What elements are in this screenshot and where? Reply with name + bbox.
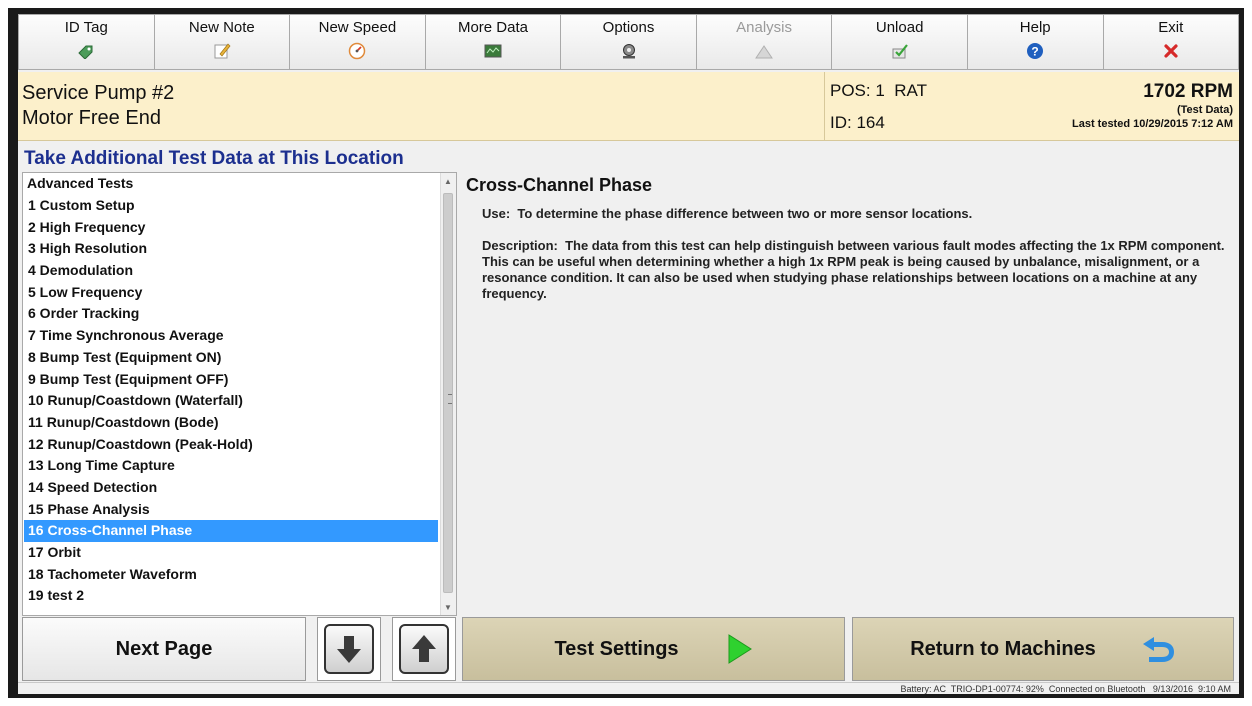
new-speed-button[interactable]: New Speed bbox=[289, 14, 425, 70]
up-arrow-icon bbox=[399, 624, 449, 674]
scroll-down-button[interactable] bbox=[317, 617, 381, 681]
id-tag-button[interactable]: ID Tag bbox=[18, 14, 154, 70]
list-item[interactable]: 11 Runup/Coastdown (Bode) bbox=[24, 412, 438, 434]
exit-button[interactable]: Exit bbox=[1102, 14, 1240, 70]
list-item[interactable]: 19 test 2 bbox=[24, 585, 438, 607]
unload-icon bbox=[890, 42, 910, 60]
options-gear-icon bbox=[619, 42, 639, 60]
exit-x-icon bbox=[1161, 42, 1181, 60]
scroll-up-button[interactable] bbox=[392, 617, 456, 681]
analysis-button[interactable]: Analysis bbox=[695, 14, 832, 70]
tag-icon bbox=[76, 42, 96, 60]
new-note-button[interactable]: New Note bbox=[153, 14, 290, 70]
return-to-machines-button[interactable]: Return to Machines bbox=[852, 617, 1234, 681]
list-item[interactable]: 5 Low Frequency bbox=[24, 282, 438, 304]
analysis-label: Analysis bbox=[736, 19, 793, 36]
header-divider bbox=[824, 72, 825, 140]
list-item[interactable]: 6 Order Tracking bbox=[24, 303, 438, 325]
rpm-value: 1702 RPM bbox=[1143, 81, 1233, 102]
help-button[interactable]: Help ? bbox=[966, 14, 1103, 70]
return-arrow-icon bbox=[1140, 634, 1176, 664]
test-settings-label: Test Settings bbox=[554, 637, 679, 660]
list-item[interactable]: 8 Bump Test (Equipment ON) bbox=[24, 347, 438, 369]
scroll-thumb[interactable] bbox=[443, 193, 453, 593]
detail-title: Cross-Channel Phase bbox=[466, 175, 653, 195]
more-data-button[interactable]: More Data bbox=[424, 14, 561, 70]
data-screen-icon bbox=[483, 42, 503, 60]
speed-gauge-icon bbox=[347, 42, 367, 60]
next-page-button[interactable]: Next Page bbox=[22, 617, 306, 681]
app-window: ID Tag New Note New Speed More Data Opti… bbox=[18, 14, 1240, 695]
more-data-label: More Data bbox=[457, 19, 528, 36]
section-title: Take Additional Test Data at This Locati… bbox=[24, 148, 404, 169]
list-item[interactable]: 14 Speed Detection bbox=[24, 477, 438, 499]
list-item[interactable]: 3 High Resolution bbox=[24, 238, 438, 260]
machine-header: Service Pump #2 Motor Free End POS: 1 RA… bbox=[18, 72, 1239, 141]
list-item[interactable]: 7 Time Synchronous Average bbox=[24, 325, 438, 347]
help-icon: ? bbox=[1025, 42, 1045, 60]
window-frame: ID Tag New Note New Speed More Data Opti… bbox=[8, 8, 1244, 698]
scroll-down-icon[interactable]: ▼ bbox=[444, 603, 452, 612]
analysis-icon bbox=[754, 42, 774, 60]
id-label: ID: 164 bbox=[830, 113, 885, 132]
list-item[interactable]: 10 Runup/Coastdown (Waterfall) bbox=[24, 390, 438, 412]
test-settings-button[interactable]: Test Settings bbox=[462, 617, 845, 681]
machine-info: Service Pump #2 Motor Free End bbox=[22, 81, 174, 131]
help-label: Help bbox=[1019, 19, 1051, 36]
location-name: Motor Free End bbox=[22, 107, 161, 129]
list-item[interactable]: 17 Orbit bbox=[24, 542, 438, 564]
list-item[interactable]: 12 Runup/Coastdown (Peak-Hold) bbox=[24, 434, 438, 456]
test-description-panel: Cross-Channel Phase Use: To determine th… bbox=[466, 172, 1236, 318]
position-label: POS: 1 RAT bbox=[830, 81, 927, 100]
new-speed-label: New Speed bbox=[318, 19, 397, 36]
list-item[interactable]: 9 Bump Test (Equipment OFF) bbox=[24, 369, 438, 391]
scroll-up-icon[interactable]: ▲ bbox=[444, 177, 452, 186]
list-item[interactable]: 2 High Frequency bbox=[24, 217, 438, 239]
list-item[interactable]: 4 Demodulation bbox=[24, 260, 438, 282]
status-text: Battery: AC TRIO-DP1-00774: 92% Connecte… bbox=[900, 684, 1231, 694]
detail-description: Description: The data from this test can… bbox=[482, 238, 1232, 301]
list-items: 1 Custom Setup 2 High Frequency 3 High R… bbox=[24, 195, 438, 607]
id-tag-label: ID Tag bbox=[64, 19, 108, 36]
list-scrollbar[interactable]: ▲ ▼ bbox=[440, 173, 456, 615]
next-page-label: Next Page bbox=[115, 637, 213, 660]
options-label: Options bbox=[602, 19, 655, 36]
exit-label: Exit bbox=[1158, 19, 1184, 36]
machine-name: Service Pump #2 bbox=[22, 82, 175, 104]
list-item[interactable]: 13 Long Time Capture bbox=[24, 455, 438, 477]
down-arrow-icon bbox=[324, 624, 374, 674]
options-button[interactable]: Options bbox=[560, 14, 696, 70]
list-header: Advanced Tests bbox=[27, 175, 134, 191]
play-icon bbox=[727, 633, 753, 665]
list-item[interactable]: 1 Custom Setup bbox=[24, 195, 438, 217]
list-item[interactable]: 18 Tachometer Waveform bbox=[24, 564, 438, 586]
status-bar: Battery: AC TRIO-DP1-00774: 92% Connecte… bbox=[18, 682, 1239, 695]
list-item[interactable]: 15 Phase Analysis bbox=[24, 499, 438, 521]
advanced-tests-list[interactable]: Advanced Tests 1 Custom Setup 2 High Fre… bbox=[22, 172, 457, 616]
new-note-label: New Note bbox=[188, 19, 255, 36]
last-tested: Last tested 10/29/2015 7:12 AM bbox=[1071, 118, 1233, 130]
unload-label: Unload bbox=[875, 19, 924, 36]
svg-text:?: ? bbox=[1032, 45, 1039, 59]
note-icon bbox=[212, 42, 232, 60]
list-item-selected[interactable]: 16 Cross-Channel Phase bbox=[24, 520, 438, 542]
toolbar: ID Tag New Note New Speed More Data Opti… bbox=[18, 14, 1240, 72]
return-label: Return to Machines bbox=[910, 637, 1096, 660]
test-data-note: (Test Data) bbox=[1176, 104, 1233, 116]
unload-button[interactable]: Unload bbox=[831, 14, 967, 70]
detail-use: Use: To determine the phase difference b… bbox=[482, 206, 973, 221]
